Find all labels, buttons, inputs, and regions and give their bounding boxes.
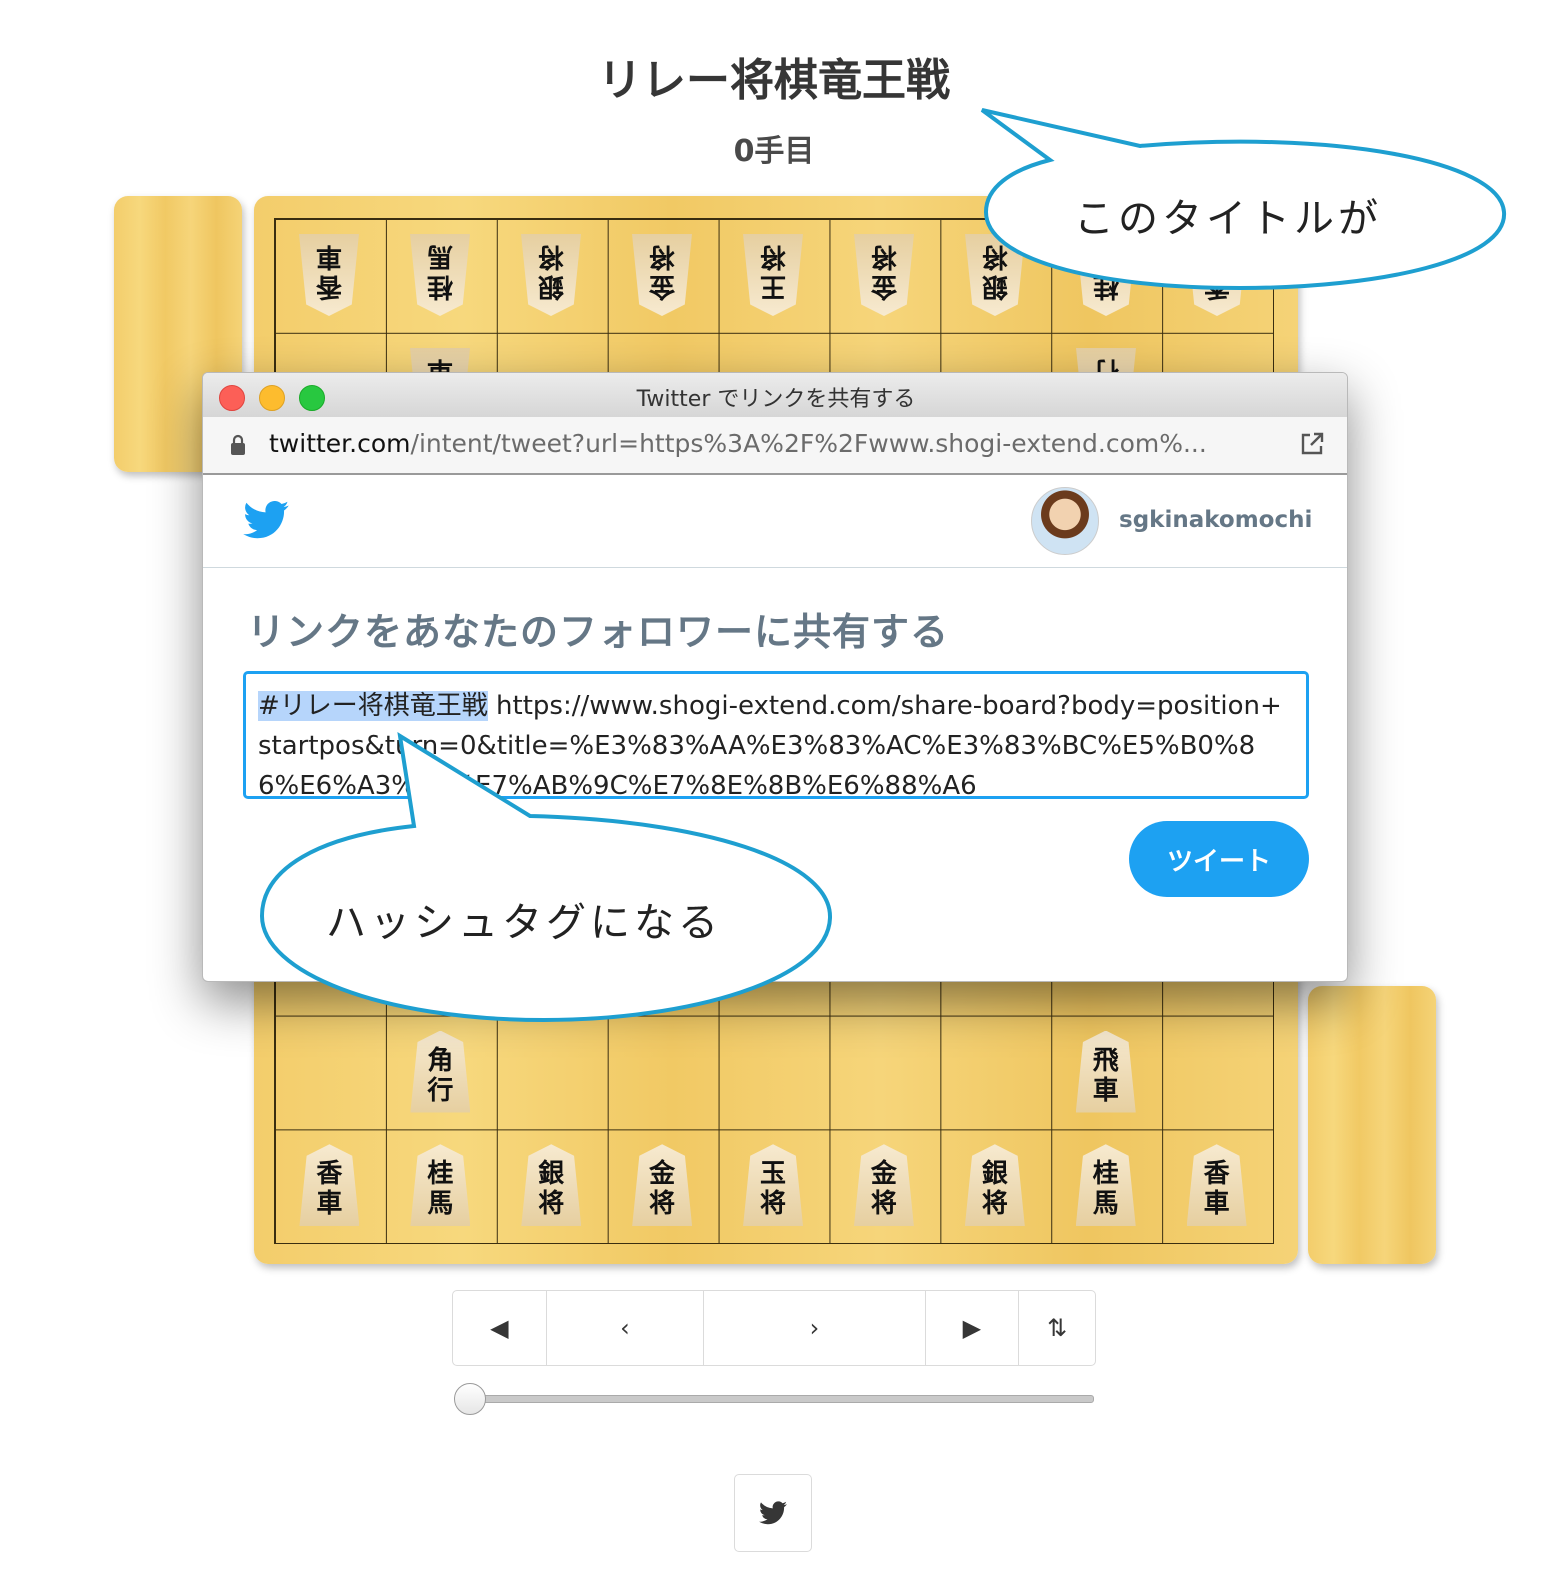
hashtag-callout-text: ハッシュタグになる [326, 900, 722, 946]
hashtag-callout-bubble [259, 732, 833, 1023]
title-callout-text: このタイトルが [1074, 196, 1382, 242]
